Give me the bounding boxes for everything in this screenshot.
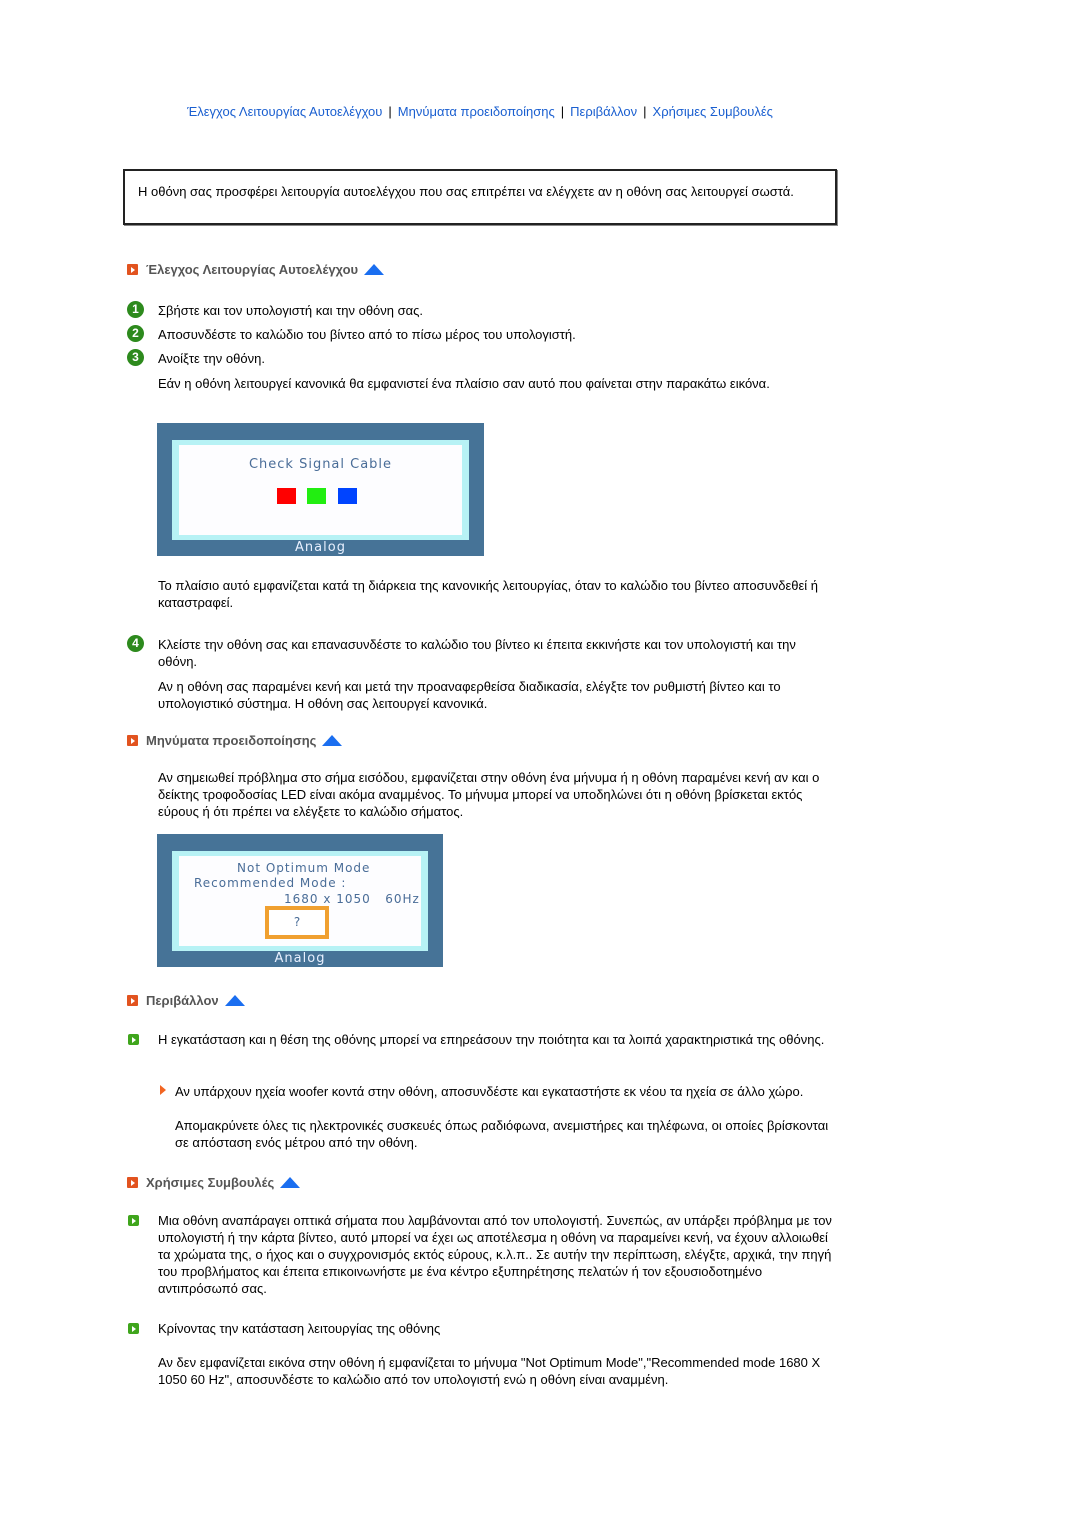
tips-text-1: Μια οθόνη αναπάραγει οπτικά σήματα που λ…: [158, 1213, 832, 1296]
osd-line-1: Not Optimum Mode: [237, 861, 371, 875]
back-to-top-icon[interactable]: [224, 995, 245, 1006]
osd-question-box: ?: [265, 906, 329, 939]
step-4-icon: 4: [127, 635, 144, 652]
nav-separator: |: [643, 104, 647, 119]
green-swatch: [307, 488, 326, 504]
step-3-note: Εάν η οθόνη λειτουργεί κανονικά θα εμφαν…: [158, 376, 770, 391]
section-heading-environment: Περιβάλλον: [127, 993, 245, 1008]
nav-link-self-test[interactable]: Έλεγχος Λειτουργίας Αυτοελέγχου: [187, 104, 382, 119]
section-bullet-icon: [127, 1177, 138, 1188]
step-4-note: Αν η οθόνη σας παραμένει κενή και μετά τ…: [158, 679, 781, 711]
nav-separator: |: [560, 104, 565, 119]
section-title: Μηνύματα προειδοποίησης: [146, 733, 317, 748]
osd-footer: Analog: [274, 951, 326, 966]
section-bullet-icon: [127, 264, 138, 275]
section-bullet-icon: [127, 735, 138, 746]
section-title: Χρήσιμες Συμβουλές: [146, 1175, 275, 1190]
osd-check-signal-image: Check Signal Cable Analog: [157, 423, 484, 556]
nav-link-tips[interactable]: Χρήσιμες Συμβουλές: [653, 104, 773, 119]
osd-message: Check Signal Cable: [248, 457, 393, 472]
section-heading-tips: Χρήσιμες Συμβουλές: [127, 1175, 301, 1190]
environment-subtext-1: Αν υπάρχουν ηχεία woofer κοντά στην οθόν…: [175, 1084, 804, 1099]
green-bullet-icon: [128, 1323, 139, 1334]
red-swatch: [277, 488, 296, 504]
back-to-top-icon[interactable]: [280, 1177, 301, 1188]
back-to-top-icon[interactable]: [322, 735, 343, 746]
environment-text: Η εγκατάσταση και η θέση της οθόνης μπορ…: [158, 1032, 825, 1047]
warnings-text: Αν σημειωθεί πρόβλημα στο σήμα εισόδου, …: [158, 770, 820, 819]
intro-box: Η οθόνη σας προσφέρει λειτουργία αυτοελέ…: [123, 169, 837, 225]
blue-swatch: [338, 488, 357, 504]
osd-footer: Analog: [295, 540, 346, 555]
step-2-text: Αποσυνδέστε το καλώδιο του βίντεο από το…: [158, 327, 576, 342]
step-4-text: Κλείστε την οθόνη σας και επανασυνδέστε …: [158, 637, 796, 669]
tips-text-2: Κρίνοντας την κατάσταση λειτουργίας της …: [158, 1321, 441, 1336]
green-bullet-icon: [128, 1034, 139, 1045]
osd-line-2: Recommended Mode :: [194, 876, 347, 890]
back-to-top-icon[interactable]: [364, 264, 385, 275]
section-bullet-icon: [127, 995, 138, 1006]
section-heading-self-test: Έλεγχος Λειτουργίας Αυτοελέγχου: [127, 262, 385, 277]
step-2-icon: 2: [127, 325, 144, 342]
nav-separator: |: [388, 104, 392, 119]
section-nav: Έλεγχος Λειτουργίας Αυτοελέγχου | Μηνύματα…: [0, 104, 960, 119]
nav-link-environment[interactable]: Περιβάλλον: [570, 104, 637, 119]
step-3-text: Ανοίξτε την οθόνη.: [158, 351, 265, 366]
nav-link-warnings[interactable]: Μηνύματα προειδοποίησης: [398, 104, 555, 119]
osd-not-optimum-image: Not Optimum Mode Recommended Mode : 1680…: [157, 834, 443, 967]
section-title: Έλεγχος Λειτουργίας Αυτοελέγχου: [146, 262, 359, 277]
orange-arrow-icon: [160, 1085, 166, 1095]
step-1-icon: 1: [127, 301, 144, 318]
tips-text-3: Αν δεν εμφανίζεται εικόνα στην οθόνη ή ε…: [158, 1355, 821, 1387]
step-1-text: Σβήστε και τον υπολογιστή και την οθόνη …: [158, 303, 424, 318]
green-bullet-icon: [128, 1215, 139, 1226]
step-3-icon: 3: [127, 349, 144, 366]
after-osd-text: Το πλαίσιο αυτό εμφανίζεται κατά τη διάρ…: [158, 578, 819, 610]
section-title: Περιβάλλον: [146, 993, 219, 1008]
environment-subtext-2: Απομακρύνετε όλες τις ηλεκτρονικές συσκε…: [175, 1118, 829, 1150]
section-heading-warnings: Μηνύματα προειδοποίησης: [127, 733, 343, 748]
osd-line-3: 1680 x 1050 60Hz: [284, 892, 420, 906]
